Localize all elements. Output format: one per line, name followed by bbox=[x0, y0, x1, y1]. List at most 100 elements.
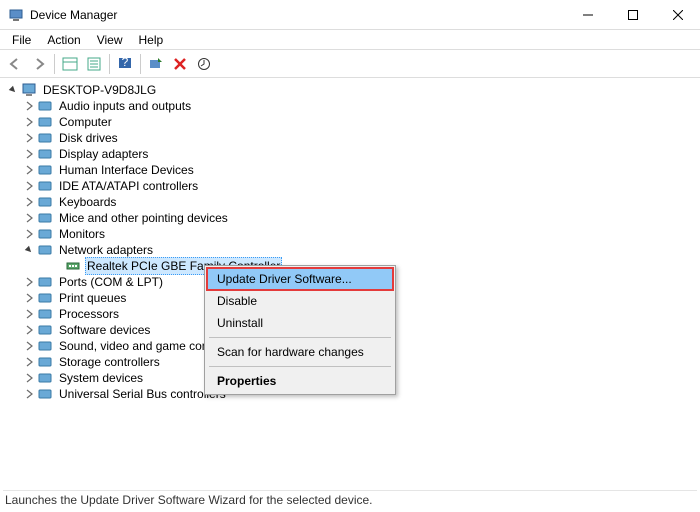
context-menu-item[interactable]: Uninstall bbox=[207, 312, 393, 334]
category-icon bbox=[37, 162, 53, 178]
category-icon bbox=[37, 130, 53, 146]
chevron-right-icon[interactable] bbox=[22, 339, 36, 353]
tree-category[interactable]: Display adapters bbox=[2, 146, 698, 162]
context-menu-item[interactable]: Update Driver Software... bbox=[207, 268, 393, 290]
window-title: Device Manager bbox=[30, 8, 565, 22]
tree-category-label: Ports (COM & LPT) bbox=[57, 274, 165, 290]
chevron-right-icon[interactable] bbox=[22, 147, 36, 161]
context-menu-separator bbox=[209, 337, 391, 338]
tree-category[interactable]: Audio inputs and outputs bbox=[2, 98, 698, 114]
category-icon bbox=[37, 306, 53, 322]
chevron-right-icon[interactable] bbox=[22, 227, 36, 241]
uninstall-button[interactable] bbox=[169, 53, 191, 75]
back-button[interactable] bbox=[4, 53, 26, 75]
category-icon bbox=[37, 210, 53, 226]
chevron-right-icon[interactable] bbox=[22, 211, 36, 225]
app-icon bbox=[8, 7, 24, 23]
category-icon bbox=[37, 370, 53, 386]
category-icon bbox=[37, 114, 53, 130]
chevron-right-icon[interactable] bbox=[22, 387, 36, 401]
tree-category-label: Disk drives bbox=[57, 130, 120, 146]
context-menu-item[interactable]: Properties bbox=[207, 370, 393, 392]
chevron-right-icon[interactable] bbox=[22, 99, 36, 113]
toolbar-separator bbox=[54, 54, 55, 74]
menu-help[interactable]: Help bbox=[131, 31, 172, 49]
context-menu-separator bbox=[209, 366, 391, 367]
scan-hardware-button[interactable] bbox=[145, 53, 167, 75]
category-icon bbox=[37, 338, 53, 354]
menu-action[interactable]: Action bbox=[39, 31, 88, 49]
chevron-right-icon[interactable] bbox=[22, 275, 36, 289]
context-menu-item[interactable]: Disable bbox=[207, 290, 393, 312]
context-menu-item[interactable]: Scan for hardware changes bbox=[207, 341, 393, 363]
chevron-right-icon[interactable] bbox=[22, 131, 36, 145]
tree-category-label: Processors bbox=[57, 306, 121, 322]
chevron-right-icon[interactable] bbox=[22, 291, 36, 305]
toolbar-separator bbox=[140, 54, 141, 74]
category-icon bbox=[37, 290, 53, 306]
tree-category-label: IDE ATA/ATAPI controllers bbox=[57, 178, 200, 194]
show-hidden-button[interactable] bbox=[59, 53, 81, 75]
tree-category-label: Universal Serial Bus controllers bbox=[57, 386, 228, 402]
chevron-right-icon[interactable] bbox=[22, 195, 36, 209]
context-menu: Update Driver Software...DisableUninstal… bbox=[204, 265, 396, 395]
titlebar: Device Manager bbox=[0, 0, 700, 30]
chevron-right-icon[interactable] bbox=[22, 179, 36, 193]
category-icon bbox=[37, 146, 53, 162]
tree-category[interactable]: Network adapters bbox=[2, 242, 698, 258]
tree-root-label: DESKTOP-V9D8JLG bbox=[41, 82, 158, 98]
chevron-right-icon[interactable] bbox=[22, 371, 36, 385]
tree-category[interactable]: Mice and other pointing devices bbox=[2, 210, 698, 226]
tree-category[interactable]: IDE ATA/ATAPI controllers bbox=[2, 178, 698, 194]
category-icon bbox=[37, 322, 53, 338]
network-adapter-icon bbox=[65, 258, 81, 274]
tree-category[interactable]: Keyboards bbox=[2, 194, 698, 210]
statusbar: Launches the Update Driver Software Wiza… bbox=[3, 490, 697, 508]
category-icon bbox=[37, 242, 53, 258]
chevron-right-icon[interactable] bbox=[22, 323, 36, 337]
chevron-right-icon[interactable] bbox=[22, 115, 36, 129]
tree-category-label: Audio inputs and outputs bbox=[57, 98, 193, 114]
menubar: File Action View Help bbox=[0, 30, 700, 50]
tree-category[interactable]: Human Interface Devices bbox=[2, 162, 698, 178]
maximize-button[interactable] bbox=[610, 0, 655, 30]
svg-text:?: ? bbox=[122, 57, 129, 69]
category-icon bbox=[37, 354, 53, 370]
tree-category[interactable]: Computer bbox=[2, 114, 698, 130]
computer-icon bbox=[21, 82, 37, 98]
tree-category-label: Monitors bbox=[57, 226, 107, 242]
toolbar-separator bbox=[109, 54, 110, 74]
tree-category-label: System devices bbox=[57, 370, 145, 386]
tree-category-label: Keyboards bbox=[57, 194, 118, 210]
window-controls bbox=[565, 0, 700, 30]
category-icon bbox=[37, 386, 53, 402]
help-button[interactable]: ? bbox=[114, 53, 136, 75]
chevron-right-icon[interactable] bbox=[22, 307, 36, 321]
chevron-right-icon[interactable] bbox=[22, 163, 36, 177]
tree-category[interactable]: Disk drives bbox=[2, 130, 698, 146]
menu-view[interactable]: View bbox=[89, 31, 131, 49]
tree-category-label: Software devices bbox=[57, 322, 152, 338]
tree-root[interactable]: DESKTOP-V9D8JLG bbox=[2, 82, 698, 98]
category-icon bbox=[37, 274, 53, 290]
statusbar-text: Launches the Update Driver Software Wiza… bbox=[5, 493, 373, 507]
toolbar: ? bbox=[0, 50, 700, 78]
category-icon bbox=[37, 98, 53, 114]
tree-category[interactable]: Monitors bbox=[2, 226, 698, 242]
tree-category-label: Mice and other pointing devices bbox=[57, 210, 230, 226]
tree-category-label: Print queues bbox=[57, 290, 128, 306]
tree-category-label: Storage controllers bbox=[57, 354, 162, 370]
tree-category-label: Display adapters bbox=[57, 146, 150, 162]
close-button[interactable] bbox=[655, 0, 700, 30]
properties-button[interactable] bbox=[83, 53, 105, 75]
chevron-right-icon[interactable] bbox=[22, 355, 36, 369]
menu-file[interactable]: File bbox=[4, 31, 39, 49]
tree-category-label: Network adapters bbox=[57, 242, 155, 258]
tree-category-label: Sound, video and game cont bbox=[57, 338, 214, 354]
update-driver-button[interactable] bbox=[193, 53, 215, 75]
category-icon bbox=[37, 178, 53, 194]
chevron-down-icon[interactable] bbox=[22, 243, 36, 257]
minimize-button[interactable] bbox=[565, 0, 610, 30]
forward-button[interactable] bbox=[28, 53, 50, 75]
category-icon bbox=[37, 194, 53, 210]
